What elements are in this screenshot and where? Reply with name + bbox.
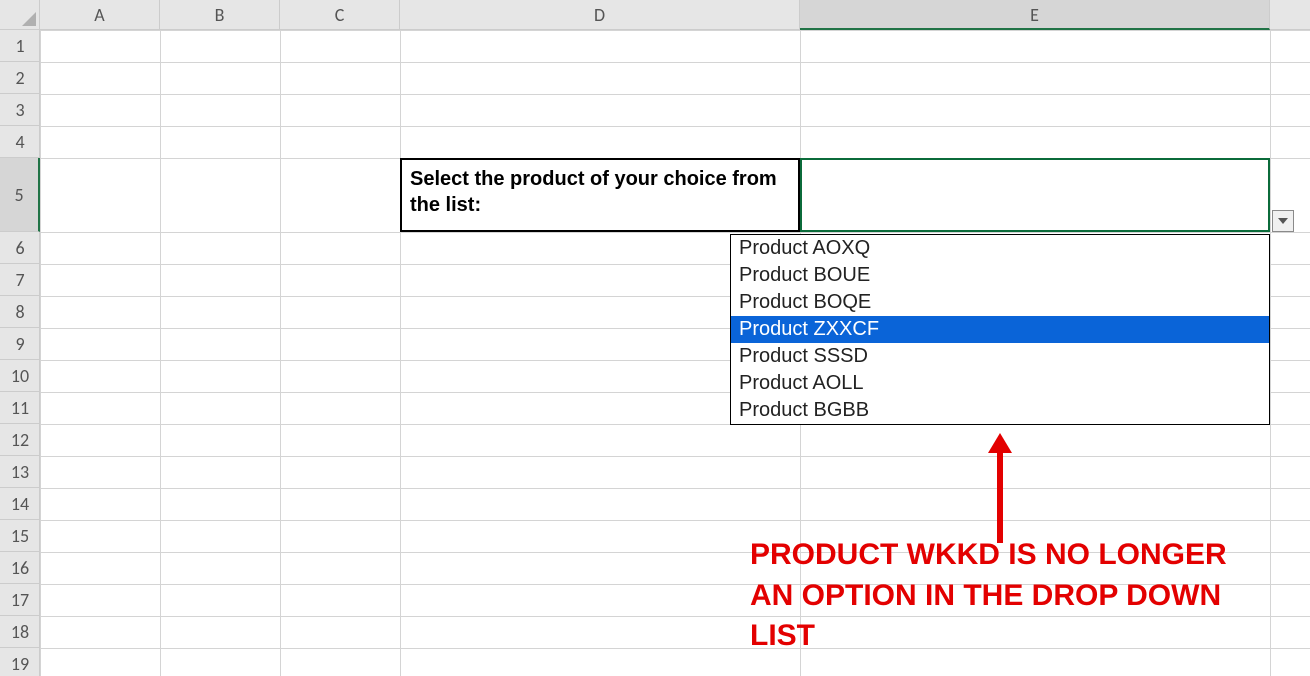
row-header-16[interactable]: 16 (0, 552, 40, 584)
annotation-text: PRODUCT WKKD IS NO LONGER AN OPTION IN T… (750, 535, 1270, 657)
row-header-10[interactable]: 10 (0, 360, 40, 392)
cell-D5-label: Select the product of your choice from t… (400, 158, 800, 232)
gridline-horizontal (40, 126, 1310, 127)
select-all-triangle-icon (22, 12, 36, 26)
dropdown-option[interactable]: Product ZXXCF (731, 316, 1269, 343)
row-header-5[interactable]: 5 (0, 158, 40, 232)
column-header-B[interactable]: B (160, 0, 280, 30)
row-header-3[interactable]: 3 (0, 94, 40, 126)
dropdown-button[interactable] (1272, 210, 1294, 232)
chevron-down-icon (1278, 218, 1288, 224)
dropdown-option[interactable]: Product AOLL (731, 370, 1269, 397)
gridline-horizontal (40, 456, 1310, 457)
gridline-horizontal (40, 62, 1310, 63)
row-header-13[interactable]: 13 (0, 456, 40, 488)
row-header-19[interactable]: 19 (0, 648, 40, 676)
row-header-15[interactable]: 15 (0, 520, 40, 552)
row-header-4[interactable]: 4 (0, 126, 40, 158)
row-header-2[interactable]: 2 (0, 62, 40, 94)
dropdown-option[interactable]: Product BOQE (731, 289, 1269, 316)
row-header-8[interactable]: 8 (0, 296, 40, 328)
gridline-horizontal (40, 488, 1310, 489)
row-header-11[interactable]: 11 (0, 392, 40, 424)
column-header-A[interactable]: A (40, 0, 160, 30)
row-header-1[interactable]: 1 (0, 30, 40, 62)
select-all-corner[interactable] (0, 0, 40, 30)
row-header-18[interactable]: 18 (0, 616, 40, 648)
gridline-horizontal (40, 232, 1310, 233)
column-headers: ABCDE (40, 0, 1310, 30)
column-header-D[interactable]: D (400, 0, 800, 30)
column-header-E[interactable]: E (800, 0, 1270, 30)
gridline-horizontal (40, 520, 1310, 521)
dropdown-list[interactable]: Product AOXQProduct BOUEProduct BOQEProd… (730, 234, 1270, 425)
gridline-horizontal (40, 30, 1310, 31)
row-headers: 12345678910111213141516171819 (0, 30, 40, 676)
dropdown-option[interactable]: Product BGBB (731, 397, 1269, 424)
row-header-17[interactable]: 17 (0, 584, 40, 616)
cell-D5-text: Select the product of your choice from t… (410, 168, 777, 216)
row-header-6[interactable]: 6 (0, 232, 40, 264)
row-header-14[interactable]: 14 (0, 488, 40, 520)
row-header-9[interactable]: 9 (0, 328, 40, 360)
row-header-12[interactable]: 12 (0, 424, 40, 456)
column-header-C[interactable]: C (280, 0, 400, 30)
dropdown-option[interactable]: Product AOXQ (731, 235, 1269, 262)
gridline-horizontal (40, 94, 1310, 95)
dropdown-option[interactable]: Product BOUE (731, 262, 1269, 289)
dropdown-option[interactable]: Product SSSD (731, 343, 1269, 370)
annotation-arrow-icon (980, 433, 1020, 543)
row-header-7[interactable]: 7 (0, 264, 40, 296)
cell-E5-selected[interactable] (800, 158, 1270, 232)
